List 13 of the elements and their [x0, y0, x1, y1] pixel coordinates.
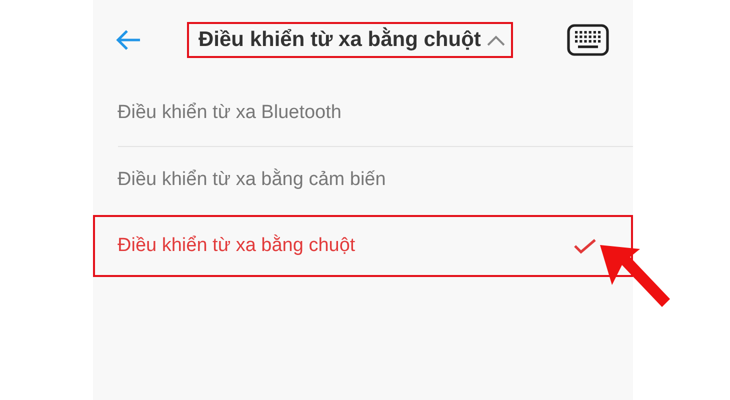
back-arrow-icon — [114, 29, 140, 51]
dropdown-title[interactable]: Điều khiển từ xa bằng chuột — [198, 28, 481, 52]
option-label: Điều khiển từ xa bằng chuột — [118, 235, 356, 257]
option-row[interactable]: Điều khiển từ xa bằng cảm biến — [92, 147, 632, 213]
keyboard-icon — [566, 24, 608, 56]
keyboard-button[interactable] — [566, 24, 608, 56]
chevron-up-icon[interactable] — [486, 34, 505, 46]
option-label: Điều khiển từ xa Bluetooth — [118, 102, 342, 124]
back-button[interactable] — [114, 29, 140, 51]
option-row[interactable]: Điều khiển từ xa bằng chuột — [92, 215, 632, 277]
checkmark-icon — [572, 238, 596, 254]
option-label: Điều khiển từ xa bằng cảm biến — [118, 169, 387, 191]
option-row[interactable]: Điều khiển từ xa Bluetooth — [92, 80, 632, 146]
